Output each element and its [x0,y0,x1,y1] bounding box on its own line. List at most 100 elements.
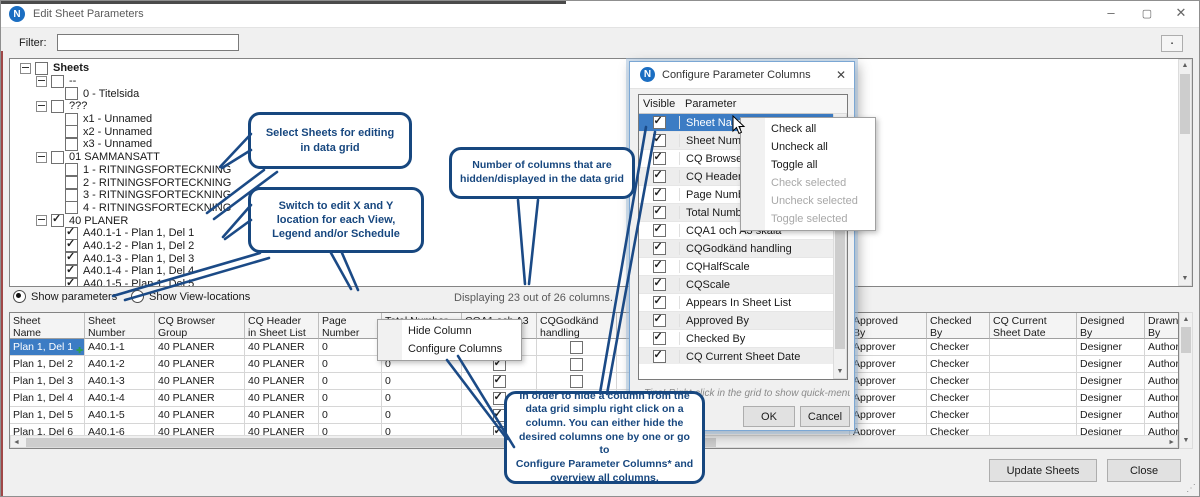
visible-checkbox-cell[interactable] [639,278,680,291]
grid-cell[interactable] [990,390,1077,407]
grid-checkbox-cell[interactable] [462,373,537,390]
column-header[interactable]: Sheet Name [10,313,85,339]
grid-cell[interactable]: 40 PLANER [155,373,245,390]
tree-checkbox[interactable] [65,113,78,126]
tree-item-label[interactable]: 40 PLANER [68,215,128,227]
grid-cell[interactable]: Checker [927,356,990,373]
parameter-row[interactable]: CQ Current Sheet Date [639,348,833,364]
scroll-down-icon[interactable]: ▼ [1180,436,1192,446]
cancel-button[interactable]: Cancel [800,406,850,427]
parameter-row[interactable]: Approved By [639,312,833,330]
visible-checkbox[interactable] [653,188,666,201]
tree-scroll-thumb[interactable] [1180,74,1190,134]
grid-cell[interactable] [990,339,1077,356]
grid-cell[interactable]: Checker [927,339,990,356]
grid-cell[interactable]: Plan 1, Del 2 [10,356,85,373]
grid-cell[interactable]: Designer [1077,339,1145,356]
grid-cell[interactable]: Author [1145,373,1178,390]
visible-checkbox[interactable] [653,206,666,219]
visible-checkbox-cell[interactable] [639,116,680,129]
grid-cell[interactable]: Checker [927,390,990,407]
column-header[interactable]: Designed By [1077,313,1145,339]
collapse-expander-icon[interactable] [36,76,47,87]
minimize-button[interactable]: – [1097,5,1125,20]
grid-cell[interactable]: 40 PLANER [155,390,245,407]
scroll-right-icon[interactable]: ► [1168,438,1175,448]
filter-input[interactable] [57,34,239,51]
grid-vscrollbar[interactable]: ▲ ▼ [1179,312,1193,449]
tree-item-label[interactable]: x1 - Unnamed [82,113,152,125]
view-toggle-option[interactable]: Show parameters [13,290,117,303]
grid-cell[interactable]: Author [1145,339,1178,356]
tree-checkbox[interactable] [65,201,78,214]
grid-cell[interactable]: 0 [319,373,382,390]
collapse-expander-icon[interactable] [36,101,47,112]
tree-item-label[interactable]: 2 - RITNINGSFORTECKNING [82,177,231,189]
grid-checkbox-cell[interactable] [537,373,617,390]
collapse-expander-icon[interactable] [36,215,47,226]
visible-checkbox-cell[interactable] [639,296,680,309]
grid-cell[interactable]: Plan 1, Del 4 [10,390,85,407]
grid-cell[interactable]: Author [1145,356,1178,373]
visible-checkbox[interactable] [653,116,666,129]
tree-item[interactable]: Sheets [10,62,1192,75]
grid-cell[interactable]: 40 PLANER [245,356,319,373]
grid-cell[interactable]: Designer [1077,373,1145,390]
tree-item-label[interactable]: x2 - Unnamed [82,126,152,138]
radio-button[interactable] [131,290,144,303]
grid-cell[interactable]: 0 [319,339,382,356]
grid-checkbox-cell[interactable] [537,356,617,373]
context-menu-item[interactable]: Toggle all [741,156,875,174]
column-header[interactable]: Page Number [319,313,382,339]
tree-item[interactable]: 40 PLANER [10,214,1192,227]
parameter-column-header[interactable]: Parameter [679,98,736,110]
grid-cell[interactable]: A40.1-1 [85,339,155,356]
grid-cell-checkbox[interactable] [493,375,506,388]
grid-cell[interactable]: 40 PLANER [155,407,245,424]
visible-checkbox[interactable] [653,242,666,255]
visible-checkbox-cell[interactable] [639,332,680,345]
tree-checkbox[interactable] [51,100,64,113]
parameter-row[interactable]: Appears In Sheet List [639,294,833,312]
grid-cell[interactable]: Approver [850,407,927,424]
tree-item[interactable]: -- [10,75,1192,88]
tree-checkbox[interactable] [51,151,64,164]
grid-checkbox-cell[interactable] [537,339,617,356]
grid-cell[interactable]: Plan 1, Del 5 [10,407,85,424]
visible-checkbox-cell[interactable] [639,350,680,363]
radio-button[interactable] [13,290,26,303]
tree-checkbox[interactable] [65,125,78,138]
grid-cell-checkbox[interactable] [570,358,583,371]
tree-item-label[interactable]: 3 - RITNINGSFORTECKNING [82,189,231,201]
grid-cell[interactable]: 40 PLANER [155,339,245,356]
tree-item-label[interactable]: 4 - RITNINGSFORTECKNING [82,202,231,214]
resize-grip-icon[interactable]: ⋰ [1186,483,1196,494]
tree-item-label[interactable]: 1 - RITNINGSFORTECKNING [82,164,231,176]
tree-item[interactable]: ??? [10,100,1192,113]
visible-checkbox-cell[interactable] [639,188,680,201]
visible-checkbox[interactable] [653,296,666,309]
grid-cell[interactable]: Approver [850,339,927,356]
grid-cell[interactable]: A40.1-4 [85,390,155,407]
tree-item[interactable]: x2 - Unnamed [10,125,1192,138]
grid-cell[interactable]: A40.1-3 [85,373,155,390]
visible-checkbox[interactable] [653,332,666,345]
maximize-button[interactable]: ▢ [1133,7,1161,20]
grid-cell[interactable]: 0 [382,390,462,407]
tree-item-label[interactable]: A40.1-3 - Plan 1, Del 3 [82,253,194,265]
grid-cell[interactable]: Designer [1077,407,1145,424]
grid-cell[interactable] [990,373,1077,390]
tree-item-label[interactable]: A40.1-2 - Plan 1, Del 2 [82,240,194,252]
grid-cell[interactable]: Designer [1077,390,1145,407]
column-header[interactable]: Checked By [927,313,990,339]
tree-checkbox[interactable] [65,278,78,287]
grid-cell[interactable]: A40.1-2 [85,356,155,373]
tree-item-label[interactable]: Sheets [52,62,89,74]
tree-item[interactable]: A40.1-1 - Plan 1, Del 1 [10,227,1192,240]
visible-checkbox-cell[interactable] [639,170,680,183]
visible-checkbox[interactable] [653,152,666,165]
tree-item-label[interactable]: A40.1-5 - Plan 1, Del 5 [82,278,194,287]
column-header[interactable]: Approved By [850,313,927,339]
scroll-down-icon[interactable]: ▼ [834,367,846,377]
tree-item-label[interactable]: A40.1-1 - Plan 1, Del 1 [82,227,194,239]
